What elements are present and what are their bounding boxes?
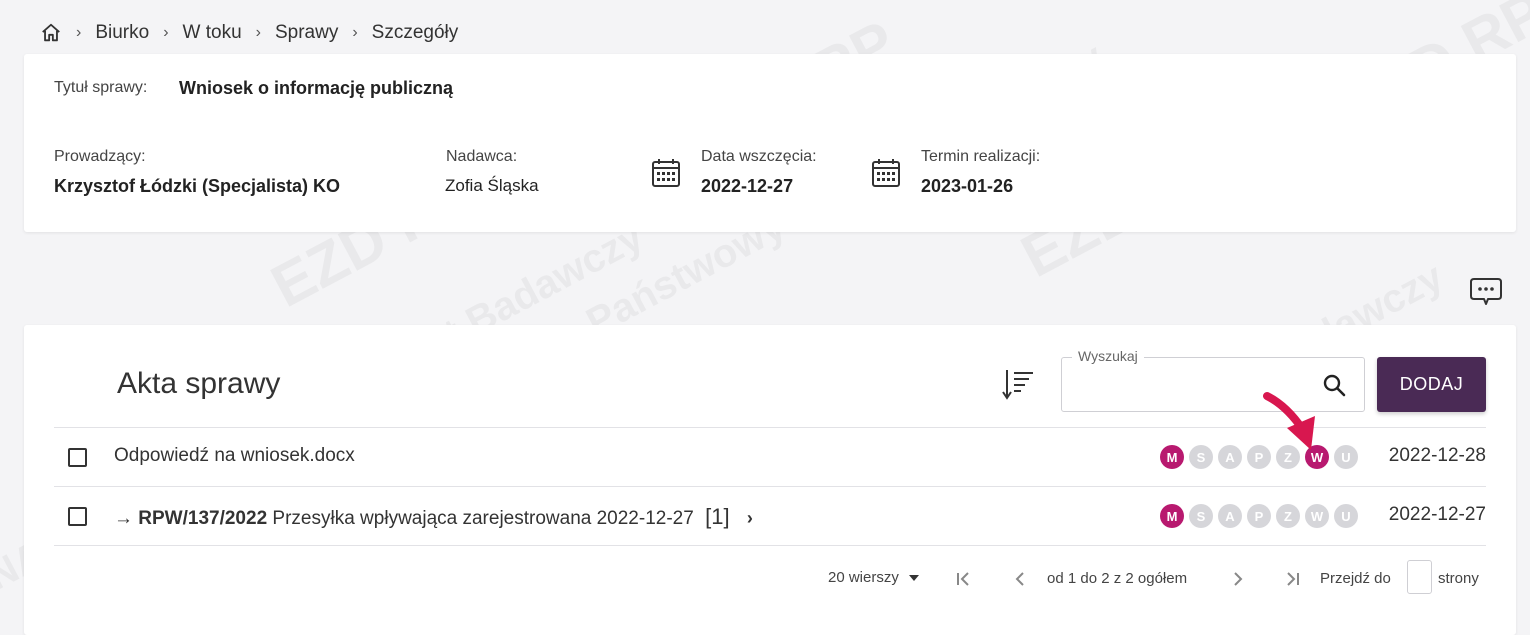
breadcrumb-separator: › bbox=[76, 24, 82, 41]
breadcrumb-separator: › bbox=[163, 24, 169, 41]
calendar-icon bbox=[870, 157, 902, 189]
table-row[interactable]: Odpowiedź na wniosek.docx M S A P Z W U … bbox=[54, 427, 1486, 486]
search-input[interactable] bbox=[1074, 370, 1314, 400]
status-badge-u: U bbox=[1334, 445, 1358, 469]
correspondence-desc: Przesyłka wpływająca zarejestrowana 2022… bbox=[272, 508, 694, 529]
status-badge-m: M bbox=[1160, 445, 1184, 469]
status-badge-s: S bbox=[1189, 504, 1213, 528]
status-badge-s: S bbox=[1189, 445, 1213, 469]
arrow-right-icon: → bbox=[114, 508, 133, 529]
case-start-label: Data wszczęcia: bbox=[701, 148, 817, 165]
status-badges: M S A P Z W U bbox=[1160, 445, 1358, 469]
status-badges: M S A P Z W U bbox=[1160, 504, 1358, 528]
first-page-icon[interactable] bbox=[954, 569, 974, 589]
correspondence-link[interactable]: → RPW/137/2022 Przesyłka wpływająca zare… bbox=[114, 504, 753, 530]
status-badge-u: U bbox=[1334, 504, 1358, 528]
breadcrumb-separator: › bbox=[352, 24, 358, 41]
status-badge-w: W bbox=[1305, 445, 1329, 469]
status-badge-m: M bbox=[1160, 504, 1184, 528]
case-lead-value: Krzysztof Łódzki (Specjalista) KO bbox=[54, 176, 341, 196]
row-checkbox[interactable] bbox=[68, 507, 87, 526]
rows-per-page-value: 20 wierszy bbox=[828, 569, 899, 586]
correspondence-ref: RPW/137/2022 bbox=[138, 508, 268, 529]
breadcrumb: › Biurko › W toku › Sprawy › Szczegóły bbox=[40, 18, 458, 48]
case-title-label: Tytuł sprawy: bbox=[54, 79, 148, 96]
case-files-card: Akta sprawy Wyszukaj DODAJ Odpowiedź na … bbox=[24, 325, 1516, 635]
case-start-value: 2022-12-27 bbox=[701, 176, 794, 196]
table-divider bbox=[54, 545, 1486, 546]
goto-page-input[interactable] bbox=[1407, 560, 1432, 594]
case-title-value: Wniosek o informację publiczną bbox=[179, 78, 454, 98]
prev-page-icon[interactable] bbox=[1010, 569, 1030, 589]
case-sender-value: Zofia Śląska bbox=[445, 176, 539, 195]
goto-suffix: strony bbox=[1438, 570, 1479, 587]
row-date: 2022-12-27 bbox=[1388, 504, 1486, 525]
next-page-icon[interactable] bbox=[1228, 569, 1248, 589]
table-row[interactable]: → RPW/137/2022 Przesyłka wpływająca zare… bbox=[54, 486, 1486, 545]
breadcrumb-item-biurko[interactable]: Biurko bbox=[95, 22, 149, 44]
status-badge-p: P bbox=[1247, 504, 1271, 528]
chevron-right-icon[interactable]: › bbox=[747, 508, 753, 529]
goto-label: Przejdź do bbox=[1320, 570, 1391, 587]
case-lead-label: Prowadzący: bbox=[54, 148, 146, 165]
files-title: Akta sprawy bbox=[117, 367, 281, 400]
last-page-icon[interactable] bbox=[1282, 569, 1302, 589]
pagination: 20 wierszy od 1 do 2 z 2 ogółem Przejdź … bbox=[24, 560, 1486, 594]
status-badge-a: A bbox=[1218, 445, 1242, 469]
search-label: Wyszukaj bbox=[1072, 348, 1144, 364]
chat-bubble-icon[interactable] bbox=[1469, 276, 1503, 308]
rows-per-page-select[interactable]: 20 wierszy bbox=[828, 569, 919, 586]
case-deadline-label: Termin realizacji: bbox=[921, 148, 1041, 165]
calendar-icon bbox=[650, 157, 682, 189]
search-icon[interactable] bbox=[1322, 373, 1346, 397]
sort-icon[interactable] bbox=[1001, 367, 1035, 401]
status-badge-z: Z bbox=[1276, 504, 1300, 528]
breadcrumb-separator: › bbox=[255, 24, 261, 41]
status-badge-w: W bbox=[1305, 504, 1329, 528]
row-checkbox[interactable] bbox=[68, 448, 87, 467]
attachment-count: [1] bbox=[705, 504, 730, 529]
breadcrumb-item-w-toku[interactable]: W toku bbox=[183, 22, 242, 44]
breadcrumb-item-current: Szczegóły bbox=[371, 22, 459, 43]
status-badge-p: P bbox=[1247, 445, 1271, 469]
case-deadline-value: 2023-01-26 bbox=[921, 176, 1014, 196]
caret-down-icon bbox=[908, 575, 919, 582]
breadcrumb-item-sprawy[interactable]: Sprawy bbox=[275, 22, 338, 44]
case-details-card: Tytuł sprawy: Wniosek o informację publi… bbox=[24, 54, 1516, 232]
status-badge-z: Z bbox=[1276, 445, 1300, 469]
add-button[interactable]: DODAJ bbox=[1377, 357, 1486, 412]
home-icon[interactable] bbox=[40, 22, 62, 44]
row-date: 2022-12-28 bbox=[1388, 445, 1486, 466]
pagination-range: od 1 do 2 z 2 ogółem bbox=[1047, 570, 1188, 587]
status-badge-a: A bbox=[1218, 504, 1242, 528]
case-sender-label: Nadawca: bbox=[446, 148, 518, 165]
search-field: Wyszukaj bbox=[1061, 348, 1365, 412]
file-name[interactable]: Odpowiedź na wniosek.docx bbox=[114, 445, 355, 467]
